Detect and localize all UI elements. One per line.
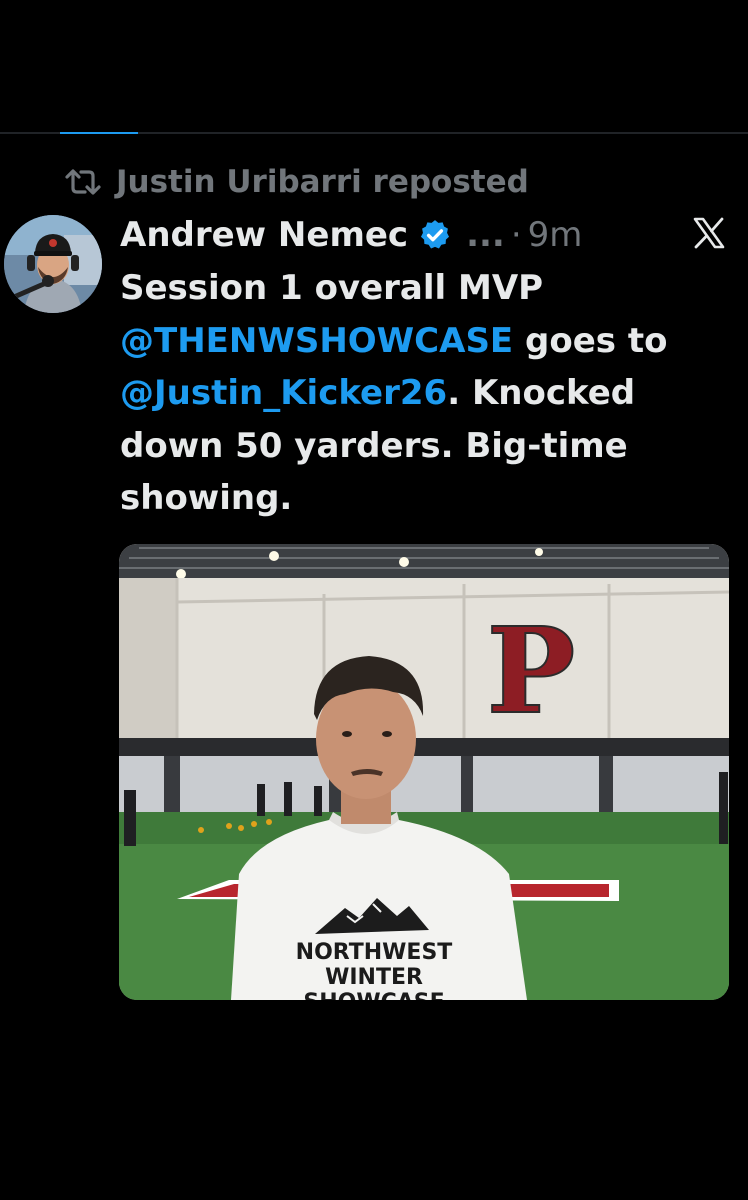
post-text-goes-to: goes to — [513, 320, 668, 361]
verified-badge-icon — [421, 220, 450, 249]
dot-separator: · — [510, 215, 522, 255]
post-photo[interactable]: P NORTHWEST WINTER — [119, 544, 729, 1000]
repost-icon — [65, 169, 101, 195]
x-logo-icon — [693, 217, 725, 249]
active-tab-indicator — [60, 132, 138, 134]
author-avatar[interactable] — [4, 215, 102, 313]
repost-text: Justin Uribarri reposted — [116, 164, 529, 200]
shirt-text-line3: SHOWCASE — [303, 990, 444, 1000]
wall-letter: P — [487, 601, 576, 740]
more-options-button[interactable]: ... — [466, 215, 505, 255]
post-text-line1: Session 1 overall MVP — [120, 268, 544, 308]
shirt-text-line1: NORTHWEST — [296, 940, 453, 965]
mention-thenwshowcase[interactable]: @THENWSHOWCASE — [120, 321, 513, 361]
post-timestamp[interactable]: 9m — [528, 215, 583, 255]
post-body: Session 1 overall MVP @THENWSHOWCASE goe… — [120, 262, 720, 525]
tab-indicator-bar — [0, 132, 748, 134]
post-header: Andrew Nemec ... · 9m — [120, 212, 582, 258]
author-name[interactable]: Andrew Nemec — [120, 215, 408, 255]
repost-header[interactable]: Justin Uribarri reposted — [64, 162, 529, 202]
shirt-text-line2: WINTER — [325, 965, 423, 990]
mention-justin-kicker26[interactable]: @Justin_Kicker26 — [120, 373, 447, 413]
